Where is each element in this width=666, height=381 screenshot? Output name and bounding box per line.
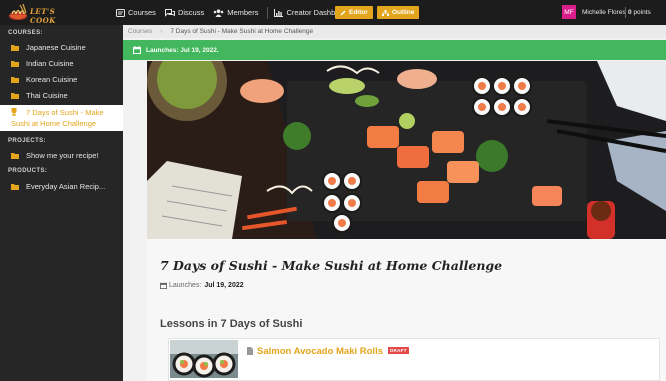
outline-button-label: Outline — [392, 9, 415, 16]
outline-tree-icon — [382, 9, 389, 16]
nav-discuss-label: Discuss — [177, 8, 205, 17]
calendar-icon — [133, 46, 141, 54]
folder-icon — [11, 184, 19, 190]
breadcrumb-chevron-icon: › — [160, 28, 163, 35]
launch-banner: Launches: Jul 19, 2022. — [123, 40, 666, 60]
user-divider — [625, 7, 626, 18]
projects-section-label: PROJECTS: — [8, 138, 46, 144]
launch-info: Launches: Jul 19, 2022 — [160, 282, 244, 289]
breadcrumb-courses-link[interactable]: Courses — [128, 28, 152, 35]
lesson-title[interactable]: Salmon Avocado Maki Rolls — [257, 346, 383, 357]
sidebar: COURSES: Japanese Cuisine Indian Cuisine… — [0, 25, 123, 381]
main-nav: Courses Discuss Members Creator Dashboar… — [116, 0, 359, 25]
course-hero-image — [147, 61, 666, 239]
dashboard-chart-icon — [274, 8, 284, 17]
sidebar-item-show-me-your-recipe[interactable]: Show me your recipe! — [0, 151, 123, 164]
nav-members-label: Members — [227, 8, 259, 17]
sidebar-item-label: Indian Cuisine — [26, 59, 74, 68]
calendar-icon — [160, 282, 167, 289]
sidebar-item-korean-cuisine[interactable]: Korean Cuisine — [0, 75, 123, 88]
points-label: points — [633, 9, 651, 16]
members-icon — [213, 8, 224, 17]
folder-icon — [11, 45, 19, 51]
user-avatar[interactable]: MF — [562, 5, 576, 19]
noodle-bowl-logo-icon — [8, 3, 28, 22]
user-name[interactable]: Michelle Flores — [582, 9, 626, 16]
sidebar-item-thai-cuisine[interactable]: Thai Cuisine — [0, 91, 123, 104]
sidebar-item-label: 7 Days of Sushi - Make Sushi at Home Cha… — [11, 108, 104, 128]
file-icon — [247, 347, 253, 355]
sidebar-item-japanese-cuisine[interactable]: Japanese Cuisine — [0, 43, 123, 56]
draft-badge: DRAFT — [388, 347, 409, 354]
breadcrumb: Courses › 7 Days of Sushi - Make Sushi a… — [123, 25, 666, 38]
sidebar-item-everyday-asian-recipes[interactable]: Everyday Asian Recip... — [0, 182, 123, 195]
nav-members[interactable]: Members — [213, 0, 258, 25]
breadcrumb-current: 7 Days of Sushi - Make Sushi at Home Cha… — [170, 28, 314, 35]
launch-banner-text: Launches: Jul 19, 2022. — [146, 46, 219, 54]
courses-icon — [116, 8, 125, 17]
pencil-icon — [340, 10, 346, 15]
lessons-heading: Lessons in 7 Days of Sushi — [160, 318, 303, 330]
sidebar-item-label: Japanese Cuisine — [26, 43, 86, 52]
launch-label: Launches: — [169, 282, 202, 289]
sidebar-item-label: Show me your recipe! — [26, 151, 99, 160]
editor-button[interactable]: Editor — [335, 6, 373, 19]
folder-icon — [11, 93, 19, 99]
launch-date: Jul 19, 2022 — [204, 282, 244, 289]
site-logo[interactable]: LET'S COOK — [8, 2, 66, 25]
user-points[interactable]: 0 points — [628, 9, 651, 16]
course-title: 7 Days of Sushi - Make Sushi at Home Cha… — [160, 258, 503, 273]
outline-button[interactable]: Outline — [377, 6, 420, 19]
products-section-label: PRODUCTS: — [8, 168, 48, 174]
nav-discuss[interactable]: Discuss — [164, 0, 205, 25]
sidebar-item-label: Thai Cuisine — [26, 91, 68, 100]
editor-button-label: Editor — [349, 9, 368, 16]
folder-icon — [11, 153, 19, 159]
nav-divider — [267, 6, 269, 19]
folder-icon — [11, 77, 19, 83]
nav-courses-label: Courses — [128, 8, 156, 17]
points-value: 0 — [628, 9, 632, 16]
sidebar-item-7-days-of-sushi[interactable]: 7 Days of Sushi - Make Sushi at Home Cha… — [0, 105, 123, 131]
courses-section-label: COURSES: — [8, 30, 43, 36]
lesson-item[interactable]: Salmon Avocado Maki Rolls DRAFT — [168, 338, 660, 381]
logo-text: LET'S COOK — [30, 6, 56, 25]
chat-bubbles-icon — [164, 8, 175, 17]
folder-icon — [11, 61, 19, 67]
top-bar: LET'S COOK Courses Discuss Members Creat… — [0, 0, 666, 25]
nav-courses[interactable]: Courses — [116, 0, 156, 25]
sidebar-item-indian-cuisine[interactable]: Indian Cuisine — [0, 59, 123, 72]
sidebar-item-label: Korean Cuisine — [26, 75, 78, 84]
lesson-thumbnail — [170, 340, 238, 378]
sidebar-item-label: Everyday Asian Recip... — [26, 182, 106, 191]
